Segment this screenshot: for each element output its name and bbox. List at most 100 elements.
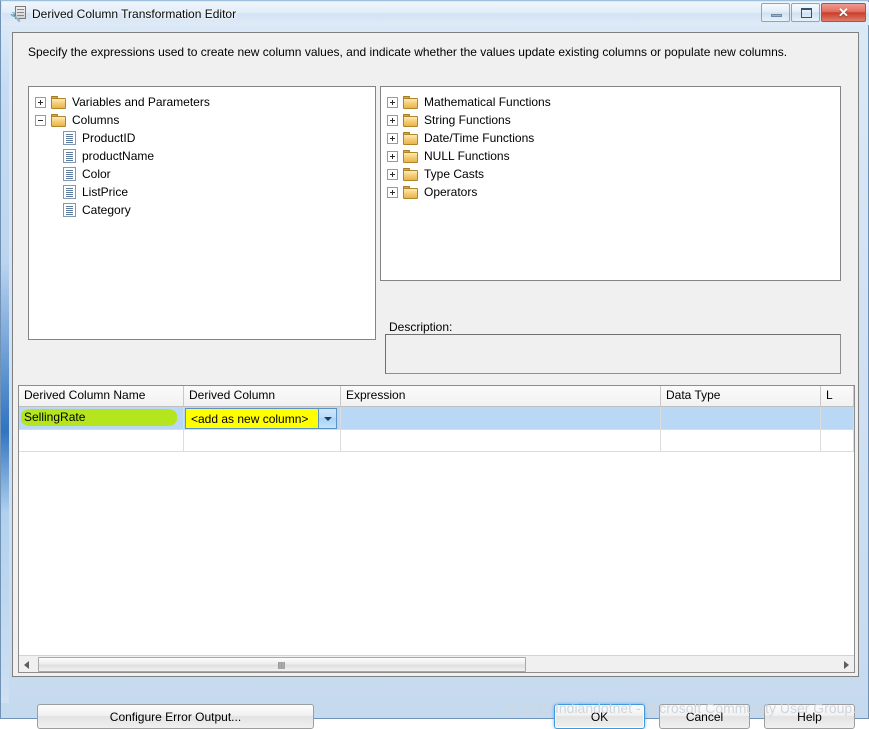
window-title: Derived Column Transformation Editor <box>32 6 237 21</box>
tree-item-date-time-functions[interactable]: Date/Time Functions <box>381 129 840 147</box>
scroll-left-icon[interactable] <box>19 657 35 672</box>
scrollbar-thumb[interactable] <box>38 656 526 672</box>
column-icon <box>63 203 76 217</box>
description-group: Description: <box>380 320 841 376</box>
configure-error-output-button[interactable]: Configure Error Output... <box>37 704 314 729</box>
collapse-minus-icon[interactable] <box>35 114 46 126</box>
tree-item-category[interactable]: Category <box>29 201 375 219</box>
cell-data-type[interactable] <box>661 430 821 452</box>
cell-derived-column[interactable]: <add as new column> <box>184 407 341 430</box>
tree-item-operators[interactable]: Operators <box>381 183 840 201</box>
table-row[interactable] <box>19 430 854 452</box>
tree-item-label: Variables and Parameters <box>72 95 210 109</box>
tree-item-label: String Functions <box>424 113 511 127</box>
tree-item-listprice[interactable]: ListPrice <box>29 183 375 201</box>
folder-icon <box>51 113 67 127</box>
folder-icon <box>403 185 419 199</box>
tree-item-label: Columns <box>72 113 120 127</box>
combobox-value[interactable]: <add as new column> <box>185 408 318 429</box>
scrollbar-track[interactable] <box>35 656 838 672</box>
column-header-length[interactable]: L <box>821 386 854 406</box>
table-row[interactable]: SellingRate <add as new column> <box>19 407 854 430</box>
expand-plus-icon[interactable] <box>387 168 398 180</box>
tree-item-label: Date/Time Functions <box>424 131 535 145</box>
instruction-text: Specify the expressions used to create n… <box>28 45 788 59</box>
cell-data-type[interactable] <box>661 407 821 430</box>
dialog-window: 🔧 Derived Column Transformation Editor ✕… <box>0 0 869 729</box>
tree-item-mathematical-functions[interactable]: Mathematical Functions <box>381 93 840 111</box>
columns-tree: Variables and Parameters Columns Product… <box>29 87 375 219</box>
expand-plus-icon[interactable] <box>387 114 398 126</box>
cell-derived-column-name[interactable]: SellingRate <box>19 407 184 430</box>
folder-icon <box>403 95 419 109</box>
cell-expression[interactable] <box>341 407 661 430</box>
tree-item-productname[interactable]: productName <box>29 147 375 165</box>
expand-plus-icon[interactable] <box>35 96 46 108</box>
tree-item-label: Color <box>82 167 111 181</box>
description-box <box>385 334 841 374</box>
column-icon <box>63 131 76 145</box>
cell-expression[interactable] <box>341 430 661 452</box>
column-icon <box>63 185 76 199</box>
functions-tree-panel[interactable]: Mathematical Functions String Functions … <box>380 86 841 281</box>
window-glow <box>1 23 9 703</box>
cell-derived-column-name[interactable] <box>19 430 184 452</box>
minimize-icon <box>771 14 782 17</box>
column-icon <box>63 167 76 181</box>
column-header-expression[interactable]: Expression <box>341 386 661 406</box>
expand-plus-icon[interactable] <box>387 96 398 108</box>
maximize-button[interactable] <box>791 3 820 22</box>
chevron-down-icon[interactable] <box>318 408 337 429</box>
tree-item-type-casts[interactable]: Type Casts <box>381 165 840 183</box>
tree-item-label: ProductID <box>82 131 136 145</box>
tree-item-label: NULL Functions <box>424 149 510 163</box>
grid-horizontal-scrollbar[interactable] <box>19 655 854 672</box>
close-icon: ✕ <box>838 5 849 20</box>
cell-length[interactable] <box>821 430 854 452</box>
help-button[interactable]: Help <box>764 704 855 729</box>
grid-header-row: Derived Column Name Derived Column Expre… <box>19 386 854 407</box>
scroll-right-icon[interactable] <box>838 657 854 672</box>
cell-derived-column[interactable] <box>184 430 341 452</box>
expand-plus-icon[interactable] <box>387 150 398 162</box>
cancel-button[interactable]: Cancel <box>659 704 750 729</box>
column-header-data-type[interactable]: Data Type <box>661 386 821 406</box>
folder-icon <box>403 113 419 127</box>
folder-icon <box>403 131 419 145</box>
title-bar: 🔧 Derived Column Transformation Editor ✕ <box>2 2 869 25</box>
columns-tree-panel[interactable]: Variables and Parameters Columns Product… <box>28 86 376 340</box>
cell-length[interactable] <box>821 407 854 430</box>
close-button[interactable]: ✕ <box>821 3 866 22</box>
tree-item-label: Operators <box>424 185 478 199</box>
tree-item-color[interactable]: Color <box>29 165 375 183</box>
derived-columns-grid[interactable]: Derived Column Name Derived Column Expre… <box>18 385 855 673</box>
ok-button[interactable]: OK <box>554 704 645 729</box>
tree-item-label: Mathematical Functions <box>424 95 551 109</box>
dialog-client-area: Specify the expressions used to create n… <box>12 32 859 729</box>
column-icon <box>63 149 76 163</box>
functions-tree: Mathematical Functions String Functions … <box>381 87 840 201</box>
minimize-button[interactable] <box>761 3 790 22</box>
folder-icon <box>403 167 419 181</box>
tree-item-null-functions[interactable]: NULL Functions <box>381 147 840 165</box>
tree-item-variables-and-parameters[interactable]: Variables and Parameters <box>29 93 375 111</box>
description-label: Description: <box>386 320 456 334</box>
tree-item-columns[interactable]: Columns <box>29 111 375 129</box>
window-controls: ✕ <box>761 3 866 22</box>
column-header-derived-column-name[interactable]: Derived Column Name <box>19 386 184 406</box>
folder-icon <box>51 95 67 109</box>
expand-plus-icon[interactable] <box>387 132 398 144</box>
column-header-derived-column[interactable]: Derived Column <box>184 386 341 406</box>
expand-plus-icon[interactable] <box>387 186 398 198</box>
tree-item-string-functions[interactable]: String Functions <box>381 111 840 129</box>
tree-item-productid[interactable]: ProductID <box>29 129 375 147</box>
tree-item-label: productName <box>82 149 155 163</box>
tree-item-label: ListPrice <box>82 185 129 199</box>
tree-item-label: Category <box>82 203 131 217</box>
derived-column-icon: 🔧 <box>10 5 26 22</box>
derived-column-combobox[interactable]: <add as new column> <box>185 408 337 429</box>
maximize-icon <box>801 8 812 18</box>
tree-item-label: Type Casts <box>424 167 485 181</box>
cell-value: SellingRate <box>24 410 86 424</box>
folder-icon <box>403 149 419 163</box>
